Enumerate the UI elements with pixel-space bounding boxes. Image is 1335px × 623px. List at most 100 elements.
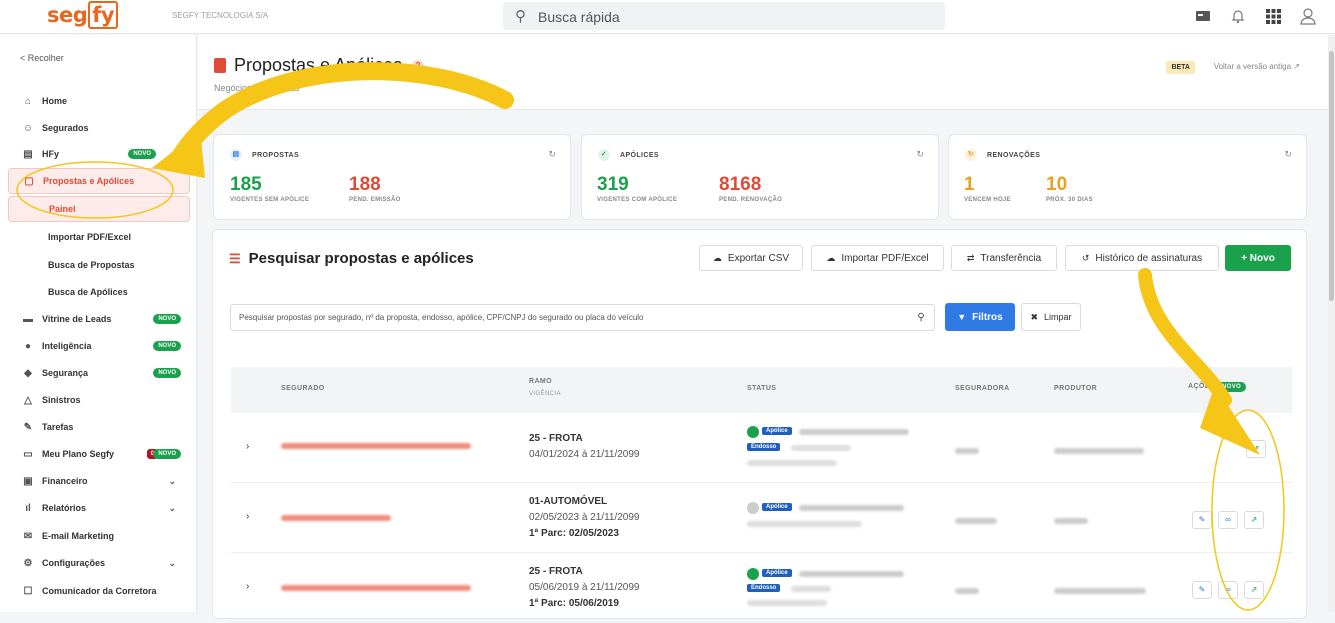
table-row[interactable]: › 25 - FROTA 05/06/2019 à 21/11/2099 1ª … <box>231 553 1292 623</box>
new-button[interactable]: + Novo <box>1225 245 1291 271</box>
company-name: SEGFY TECNOLOGIA S/A <box>172 11 269 20</box>
table-row[interactable]: › 25 - FROTA 04/01/2024 à 21/11/2099 Apó… <box>231 413 1292 483</box>
breadcrumb[interactable]: Negócios / Propostas <box>214 83 300 93</box>
refresh-icon[interactable]: ↻ <box>916 149 924 160</box>
sidebar-subitem-painel[interactable]: Painel <box>8 196 190 222</box>
stat-vencem-hoje[interactable]: 1 VENCEM HOJE <box>964 174 1011 203</box>
list-icon: ☰ <box>229 250 241 266</box>
warning-icon: △ <box>24 394 32 406</box>
brain-icon: ● <box>24 340 32 352</box>
transfer-button[interactable]: ⇄ Transferência <box>951 245 1057 271</box>
apolices-card: ✓ APÓLICES ↻ 319 VIGENTES COM APÓLICE 8168… <box>581 134 939 220</box>
sidebar-item-hfy[interactable]: ▤ HFy NOVO <box>8 141 190 167</box>
collapse-sidebar-button[interactable]: < Recolher <box>20 53 64 63</box>
new-badge: NOVO <box>153 314 181 324</box>
clear-button[interactable]: ✖ Limpar <box>1021 303 1081 331</box>
col-ramo[interactable]: RAMO <box>529 378 552 385</box>
sidebar-item-propostas[interactable]: ▢ Propostas e Apólices <box>8 168 190 194</box>
sidebar-item-home[interactable]: ⌂ Home <box>8 88 190 114</box>
signature-history-button[interactable]: ↺ Histórico de assinaturas <box>1065 245 1219 271</box>
link-icon[interactable]: ∞ <box>1218 511 1238 529</box>
card-icon[interactable] <box>1194 7 1212 25</box>
chat-icon: ☐ <box>23 585 33 597</box>
redacted-text <box>791 445 851 451</box>
stat-pend-emissao[interactable]: 188 PEND. EMISSÃO <box>349 174 401 203</box>
renovacoes-card: ↻ RENOVAÇÕES ↻ 1 VENCEM HOJE 10 PRÓX. 30 DI… <box>948 134 1307 220</box>
home-icon: ⌂ <box>24 95 32 107</box>
new-badge: NOVO <box>153 449 181 459</box>
proposals-search-input[interactable]: Pesquisar propostas por segurado, nº da … <box>230 304 935 331</box>
sidebar-item-configuracoes[interactable]: ⚙ Configurações ⌄ <box>8 550 190 576</box>
file-icon: ▢ <box>24 175 34 187</box>
status-tag: Endosso <box>747 584 781 592</box>
sidebar-item-comunicador[interactable]: ☐ Comunicador da Corretora <box>8 578 190 604</box>
sign-document-icon[interactable]: ⇗ <box>1246 440 1266 458</box>
quick-search[interactable]: ⚲ Busca rápida <box>503 2 945 30</box>
status-tag: Apólice <box>762 427 792 435</box>
table-row[interactable]: › 01-AUTOMÓVEL 02/05/2023 à 21/11/2099 1… <box>231 483 1292 553</box>
sidebar-subitem-busca-propostas[interactable]: Busca de Propostas <box>8 252 190 278</box>
sidebar-item-tarefas[interactable]: ✎ Tarefas <box>8 414 190 440</box>
import-pdf-button[interactable]: ☁ Importar PDF/Excel <box>811 245 944 271</box>
sidebar-item-relatorios[interactable]: ıl Relatórios ⌄ <box>8 495 190 521</box>
apps-grid-icon[interactable] <box>1264 7 1282 25</box>
plan-icon: ▭ <box>23 448 33 460</box>
col-status[interactable]: STATUS <box>747 385 776 392</box>
col-seguradora[interactable]: SEGURADORA <box>955 385 1010 392</box>
sign-document-icon[interactable]: ⇗ <box>1244 511 1264 529</box>
search-icon[interactable]: ⚲ <box>908 305 934 330</box>
sidebar-item-meu-plano[interactable]: ▭ Meu Plano Segfy 0 NOVO <box>8 441 190 467</box>
link-icon[interactable]: ∞ <box>1218 581 1238 599</box>
sidebar-item-seguranca[interactable]: ◆ Segurança NOVO <box>8 360 190 386</box>
status-dot <box>747 426 759 438</box>
old-version-link[interactable]: Voltar a versão antiga ↗ <box>1214 62 1300 71</box>
beta-badge: BETA <box>1166 61 1195 74</box>
expand-icon[interactable]: › <box>246 441 249 452</box>
refresh-icon[interactable]: ↻ <box>1284 149 1292 160</box>
stat-vigentes-com-apolice[interactable]: 319 VIGENTES COM APÓLICE <box>597 174 677 203</box>
sidebar-item-financeiro[interactable]: ▣ Financeiro ⌄ <box>8 468 190 494</box>
redacted-insurer <box>955 588 979 594</box>
scrollbar-thumb[interactable] <box>1329 51 1334 301</box>
user-icon[interactable] <box>1299 7 1317 25</box>
filters-button[interactable]: ▼ Filtros <box>945 303 1015 331</box>
redacted-producer <box>1054 588 1146 594</box>
refresh-icon[interactable]: ↻ <box>548 149 556 160</box>
help-icon[interactable]: ? <box>412 59 425 72</box>
expand-icon[interactable]: › <box>246 511 249 522</box>
panel-title: ☰ Pesquisar propostas e apólices <box>229 250 474 267</box>
sidebar-item-vitrine[interactable]: ▬ Vitrine de Leads NOVO <box>8 306 190 332</box>
stat-pend-renovacao[interactable]: 8168 PEND. RENOVAÇÃO <box>719 174 782 203</box>
edit-icon[interactable]: ✎ <box>1192 511 1212 529</box>
sidebar-item-email[interactable]: ✉ E-mail Marketing <box>8 523 190 549</box>
close-icon: ✖ <box>1030 311 1039 322</box>
stat-prox-30-dias[interactable]: 10 PRÓX. 30 DIAS <box>1046 174 1093 203</box>
sign-document-icon[interactable]: ⇗ <box>1244 581 1264 599</box>
chevron-down-icon: ⌄ <box>168 475 176 486</box>
sidebar-item-sinistros[interactable]: △ Sinistros <box>8 387 190 413</box>
new-badge: NOVO <box>153 368 181 378</box>
redacted-text <box>747 521 862 527</box>
document-icon <box>214 58 226 73</box>
redacted-producer <box>1054 518 1088 524</box>
export-csv-button[interactable]: ☁ Exportar CSV <box>699 245 803 271</box>
sidebar-subitem-importar[interactable]: Importar PDF/Excel <box>8 224 190 250</box>
sidebar-subitem-busca-apolices[interactable]: Busca de Apólices <box>8 279 190 305</box>
segfy-logo[interactable]: seg fy <box>47 1 119 29</box>
col-segurado[interactable]: SEGURADO <box>281 385 325 392</box>
new-badge: NOVO <box>128 149 156 159</box>
money-icon: ▣ <box>23 475 33 487</box>
top-bar: seg fy SEGFY TECNOLOGIA S/A ⚲ Busca rápid… <box>0 0 1335 34</box>
sidebar-item-segurados[interactable]: ☺ Segurados <box>8 115 190 141</box>
stat-vigentes-sem-apolice[interactable]: 185 VIGENTES SEM APÓLICE <box>230 174 309 203</box>
redacted-policy-number <box>799 571 904 577</box>
page-scrollbar[interactable] <box>1328 35 1335 612</box>
redacted-text <box>747 600 827 606</box>
expand-icon[interactable]: › <box>246 581 249 592</box>
col-produtor[interactable]: PRODUTOR <box>1054 385 1097 392</box>
sidebar-item-inteligencia[interactable]: ● Inteligência NOVO <box>8 333 190 359</box>
redacted-insured-name <box>281 515 391 521</box>
edit-icon[interactable]: ✎ <box>1192 581 1212 599</box>
table-header: SEGURADO RAMO VIGÊNCIA STATUS SEGURADORA… <box>231 367 1292 413</box>
bell-icon[interactable] <box>1229 7 1247 25</box>
